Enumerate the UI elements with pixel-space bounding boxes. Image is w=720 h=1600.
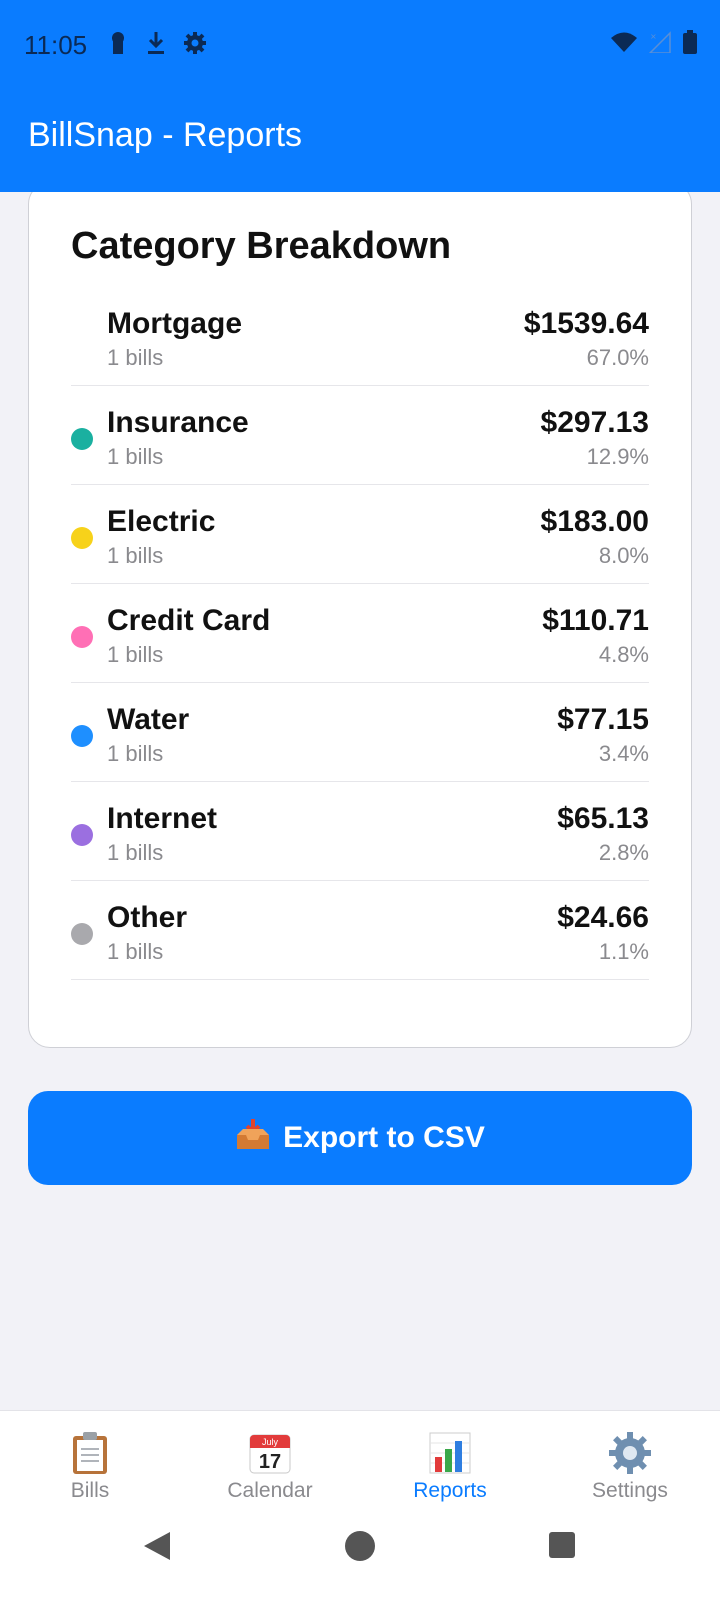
category-amount: $110.71 <box>542 604 649 637</box>
tab-label: Settings <box>592 1479 668 1502</box>
category-row: Water 1 bills $77.15 3.4% <box>71 683 649 782</box>
download-icon <box>144 30 168 61</box>
tab-calendar[interactable]: July 17 Calendar <box>180 1411 360 1510</box>
category-count: 1 bills <box>107 642 164 667</box>
category-row: Mortgage 1 bills $1539.64 67.0% <box>71 287 649 386</box>
page-title: BillSnap - Reports <box>28 116 303 154</box>
export-csv-label: Export to CSV <box>283 1121 485 1154</box>
tab-label: Bills <box>70 1479 110 1502</box>
category-row: Internet 1 bills $65.13 2.8% <box>71 782 649 881</box>
category-amount: $24.66 <box>557 901 649 934</box>
category-amount: $1539.64 <box>523 307 649 340</box>
category-color-dot <box>71 725 93 747</box>
status-bar: 11:05 × <box>0 0 720 88</box>
category-row: Electric 1 bills $183.00 8.0% <box>71 485 649 584</box>
category-count: 1 bills <box>107 840 164 865</box>
category-color-dot <box>71 626 93 648</box>
bar-chart-icon <box>428 1431 472 1475</box>
category-name: Water <box>107 703 190 736</box>
calendar-icon: July 17 <box>248 1431 292 1475</box>
category-percent: 3.4% <box>598 741 649 766</box>
tab-bills[interactable]: Bills <box>0 1411 180 1510</box>
app-bar: BillSnap - Reports <box>0 88 720 192</box>
category-row: Insurance 1 bills $297.13 12.9% <box>71 386 649 485</box>
wifi-icon <box>610 31 638 58</box>
category-amount: $77.15 <box>557 703 649 736</box>
category-name: Other <box>107 901 188 934</box>
tab-settings[interactable]: Settings <box>540 1411 720 1510</box>
category-count: 1 bills <box>107 345 164 370</box>
export-csv-button[interactable]: Export to CSV <box>28 1091 692 1185</box>
category-color-dot <box>71 329 93 351</box>
category-amount: $297.13 <box>540 406 649 439</box>
category-color-dot <box>71 527 93 549</box>
category-percent: 4.8% <box>598 642 649 667</box>
calendar-day: 17 <box>259 1451 281 1473</box>
tab-label: Calendar <box>227 1479 313 1502</box>
category-count: 1 bills <box>107 939 164 964</box>
battery-icon <box>682 30 698 59</box>
card-title: Category Breakdown <box>71 225 452 267</box>
category-percent: 12.9% <box>586 444 649 469</box>
status-time: 11:05 <box>24 30 88 60</box>
category-count: 1 bills <box>107 741 164 766</box>
clipboard-icon <box>68 1431 112 1475</box>
category-count: 1 bills <box>107 543 164 568</box>
signal-icon: × <box>648 31 672 58</box>
category-percent: 8.0% <box>598 543 649 568</box>
calendar-month: July <box>262 1437 279 1447</box>
category-amount: $65.13 <box>557 802 649 835</box>
reports-content[interactable]: Category Breakdown Mortgage 1 bills $153… <box>0 192 720 1410</box>
recents-icon[interactable] <box>548 1531 576 1564</box>
tab-reports[interactable]: Reports <box>360 1411 540 1510</box>
category-breakdown-card: Category Breakdown Mortgage 1 bills $153… <box>28 192 692 1048</box>
category-color-dot <box>71 824 93 846</box>
category-name: Insurance <box>107 406 249 439</box>
category-color-dot <box>71 923 93 945</box>
gear-icon <box>608 1431 652 1475</box>
keyhole-icon <box>106 30 130 61</box>
category-percent: 1.1% <box>598 939 649 964</box>
gear-icon <box>182 30 208 61</box>
category-list: Mortgage 1 bills $1539.64 67.0% Insuranc… <box>71 287 649 980</box>
system-nav-bar <box>0 1510 720 1600</box>
category-amount: $183.00 <box>540 505 649 538</box>
category-name: Credit Card <box>107 604 271 637</box>
bottom-nav: Bills July 17 Calendar Reports Settings <box>0 1410 720 1510</box>
inbox-tray-icon <box>235 1117 271 1159</box>
svg-text:×: × <box>650 32 657 41</box>
category-name: Mortgage <box>107 307 242 340</box>
category-row: Other 1 bills $24.66 1.1% <box>71 881 649 980</box>
category-count: 1 bills <box>107 444 164 469</box>
category-name: Internet <box>107 802 218 835</box>
back-icon[interactable] <box>142 1530 172 1567</box>
category-name: Electric <box>107 505 216 538</box>
category-percent: 67.0% <box>586 345 649 370</box>
category-percent: 2.8% <box>598 840 649 865</box>
category-color-dot <box>71 428 93 450</box>
category-row: Credit Card 1 bills $110.71 4.8% <box>71 584 649 683</box>
tab-label: Reports <box>413 1479 487 1502</box>
home-icon[interactable] <box>344 1530 376 1567</box>
